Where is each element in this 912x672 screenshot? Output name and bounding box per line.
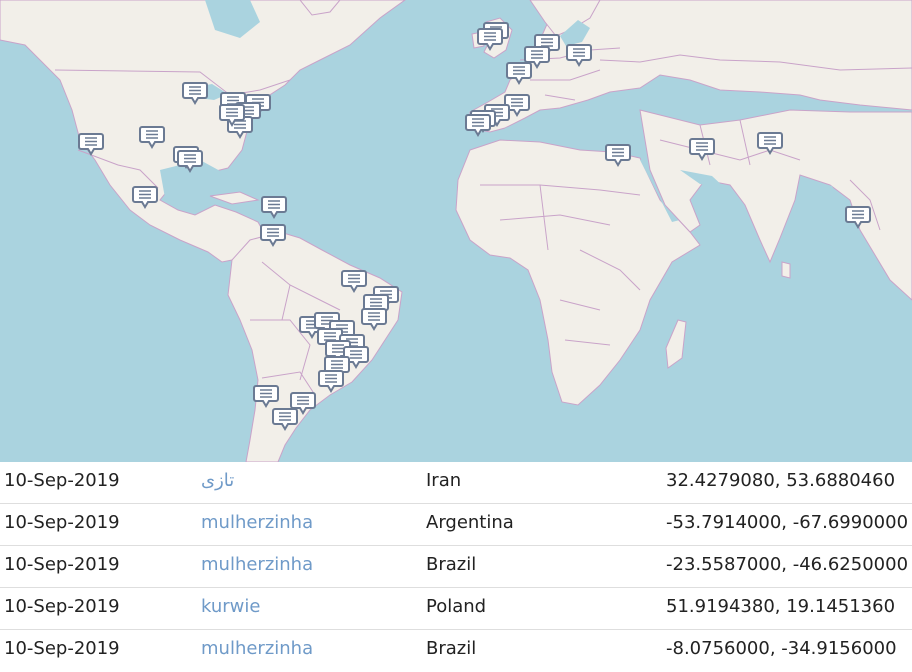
coordinates-cell: 32.4279080, 53.6880460 [666,470,896,491]
table-row: 10-Sep-2019 kurwie Poland 51.9194380, 19… [0,588,912,630]
results-table: 10-Sep-2019 تازی Iran 32.4279080, 53.688… [0,462,912,672]
word-link[interactable]: mulherzinha [201,546,313,584]
date-cell: 10-Sep-2019 [4,554,120,575]
country-cell: Iran [426,470,462,491]
word-link[interactable]: mulherzinha [201,630,313,668]
date-cell: 10-Sep-2019 [4,470,120,491]
coordinates-cell: -53.7914000, -67.6990000 [666,512,909,533]
coordinates-cell: 51.9194380, 19.1451360 [666,596,896,617]
word-link[interactable]: kurwie [201,588,260,626]
world-map[interactable] [0,0,912,462]
word-link[interactable]: تازی [201,462,234,500]
country-cell: Poland [426,596,487,617]
map-canvas[interactable] [0,0,912,462]
table-row: 10-Sep-2019 mulherzinha Brazil -23.55870… [0,546,912,588]
date-cell: 10-Sep-2019 [4,596,120,617]
country-cell: Brazil [426,554,477,575]
coordinates-cell: -8.0756000, -34.9156000 [666,638,897,659]
country-cell: Argentina [426,512,514,533]
word-link[interactable]: mulherzinha [201,504,313,542]
table-row: 10-Sep-2019 mulherzinha Argentina -53.79… [0,504,912,546]
country-cell: Brazil [426,638,477,659]
sri-lanka-island [781,261,791,279]
date-cell: 10-Sep-2019 [4,638,120,659]
table-row: 10-Sep-2019 mulherzinha Brazil -8.075600… [0,630,912,672]
table-row: 10-Sep-2019 تازی Iran 32.4279080, 53.688… [0,462,912,504]
date-cell: 10-Sep-2019 [4,512,120,533]
coordinates-cell: -23.5587000, -46.6250000 [666,554,909,575]
